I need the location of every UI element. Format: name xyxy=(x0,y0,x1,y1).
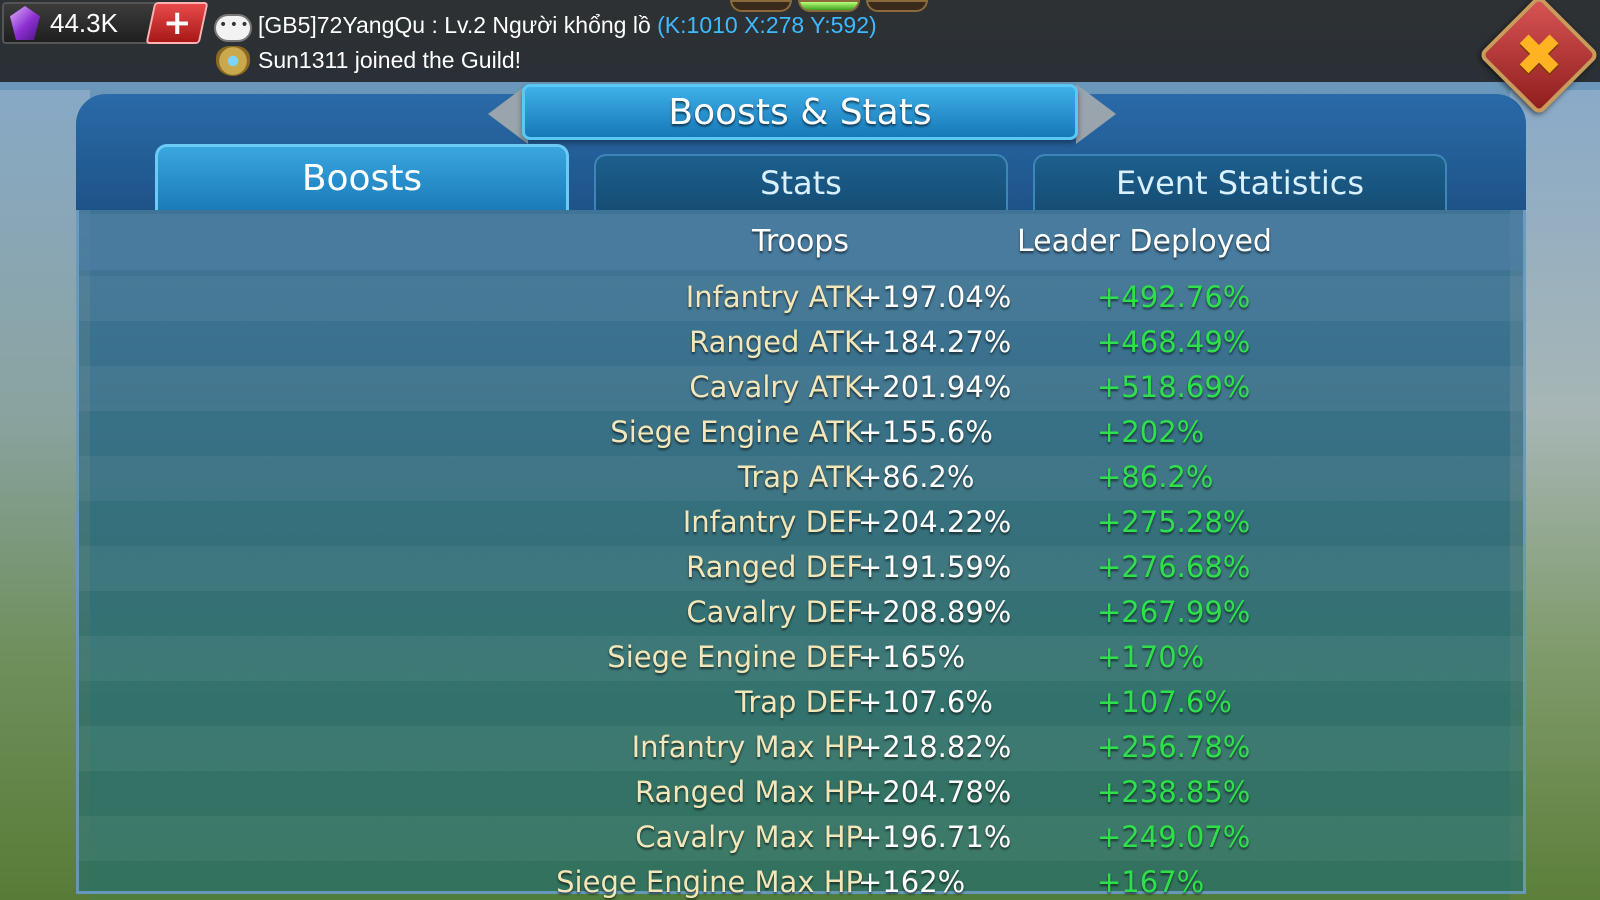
troops-value: +191.59% xyxy=(858,550,1012,584)
troops-value: +165% xyxy=(858,640,966,674)
troops-value: +107.6% xyxy=(858,685,993,719)
stat-name: Cavalry DEF xyxy=(686,595,863,629)
leader-deployed-value: +202% xyxy=(1097,415,1205,449)
top-bar: 44.3K + [GB5]72YangQu : Lv.2 Người khổng… xyxy=(0,0,1600,82)
guild-message[interactable]: Sun1311 joined the Guild! xyxy=(258,47,521,74)
tab-stats[interactable]: Stats xyxy=(594,154,1008,210)
chat-coordinate-link[interactable]: (K:1010 X:278 Y:592) xyxy=(657,12,877,38)
troops-value: +201.94% xyxy=(858,370,1012,404)
leader-deployed-value: +468.49% xyxy=(1097,325,1251,359)
table-row: Ranged DEF +191.59% +276.68% xyxy=(79,546,1523,591)
stat-name: Trap ATK xyxy=(737,460,863,494)
chat-message-text: [GB5]72YangQu : Lv.2 Người khổng lồ xyxy=(258,12,658,38)
stat-name: Cavalry Max HP xyxy=(635,820,863,854)
plus-icon: + xyxy=(162,3,192,43)
stat-name: Ranged ATK xyxy=(689,325,863,359)
gem-count: 44.3K xyxy=(50,7,118,38)
page-indicator xyxy=(730,0,928,12)
troops-value: +162% xyxy=(858,865,966,899)
troops-value: +155.6% xyxy=(858,415,993,449)
leader-deployed-value: +256.78% xyxy=(1097,730,1251,764)
gem-icon xyxy=(10,6,40,40)
chat-message[interactable]: [GB5]72YangQu : Lv.2 Người khổng lồ (K:1… xyxy=(258,12,877,39)
leader-deployed-value: +107.6% xyxy=(1097,685,1232,719)
page-title: Boosts & Stats xyxy=(668,91,932,133)
table-row: Cavalry DEF +208.89% +267.99% xyxy=(79,591,1523,636)
stat-name: Ranged Max HP xyxy=(634,775,863,809)
table-row: Siege Engine Max HP +162% +167% xyxy=(79,861,1523,900)
table-row: Infantry ATK +197.04% +492.76% xyxy=(79,276,1523,321)
title-plate: Boosts & Stats xyxy=(522,84,1078,140)
leader-deployed-value: +86.2% xyxy=(1097,460,1214,494)
leader-deployed-value: +518.69% xyxy=(1097,370,1251,404)
stat-name: Cavalry ATK xyxy=(689,370,863,404)
table-row: Cavalry ATK +201.94% +518.69% xyxy=(79,366,1523,411)
troops-value: +208.89% xyxy=(858,595,1012,629)
page-dot-active xyxy=(798,0,860,12)
leader-deployed-value: +170% xyxy=(1097,640,1205,674)
troops-value: +184.27% xyxy=(858,325,1012,359)
guild-emblem-icon xyxy=(216,46,250,76)
table-row: Trap ATK +86.2% +86.2% xyxy=(79,456,1523,501)
next-arrow-icon[interactable] xyxy=(1076,84,1116,144)
leader-deployed-value: +249.07% xyxy=(1097,820,1251,854)
troops-value: +196.71% xyxy=(858,820,1012,854)
stat-name: Infantry ATK xyxy=(685,280,863,314)
leader-deployed-value: +275.28% xyxy=(1097,505,1251,539)
page-dot xyxy=(730,0,792,12)
tab-label: Boosts xyxy=(301,158,423,199)
leader-deployed-value: +276.68% xyxy=(1097,550,1251,584)
gem-counter: 44.3K xyxy=(2,2,162,44)
table-row: Ranged Max HP +204.78% +238.85% xyxy=(79,771,1523,816)
tab-label: Stats xyxy=(760,164,842,202)
leader-deployed-value: +267.99% xyxy=(1097,595,1251,629)
troops-value: +218.82% xyxy=(858,730,1012,764)
column-header-leader-deployed: Leader Deployed xyxy=(1017,224,1272,259)
troops-value: +86.2% xyxy=(858,460,975,494)
tab-boosts[interactable]: Boosts xyxy=(155,144,569,210)
table-row: Infantry DEF +204.22% +275.28% xyxy=(79,501,1523,546)
stat-name: Siege Engine DEF xyxy=(607,640,863,674)
page-dot xyxy=(866,0,928,12)
table-row: Siege Engine ATK +155.6% +202% xyxy=(79,411,1523,456)
tab-label: Event Statistics xyxy=(1115,164,1365,202)
table-row: Cavalry Max HP +196.71% +249.07% xyxy=(79,816,1523,861)
column-header-troops: Troops xyxy=(752,224,849,259)
stat-name: Trap DEF xyxy=(734,685,863,719)
troops-value: +204.78% xyxy=(858,775,1012,809)
table-row: Infantry Max HP +218.82% +256.78% xyxy=(79,726,1523,771)
troops-value: +197.04% xyxy=(858,280,1012,314)
table-row: Siege Engine DEF +165% +170% xyxy=(79,636,1523,681)
stat-name: Siege Engine Max HP xyxy=(556,865,863,899)
stat-name: Ranged DEF xyxy=(686,550,863,584)
leader-deployed-value: +492.76% xyxy=(1097,280,1251,314)
table-row: Trap DEF +107.6% +107.6% xyxy=(79,681,1523,726)
table-row: Ranged ATK +184.27% +468.49% xyxy=(79,321,1523,366)
leader-deployed-value: +167% xyxy=(1097,865,1205,899)
leader-deployed-value: +238.85% xyxy=(1097,775,1251,809)
chat-bubble-icon[interactable] xyxy=(214,14,252,42)
troops-value: +204.22% xyxy=(858,505,1012,539)
stat-name: Infantry DEF xyxy=(682,505,863,539)
stat-name: Infantry Max HP xyxy=(631,730,863,764)
stat-name: Siege Engine ATK xyxy=(610,415,863,449)
boost-table[interactable]: Infantry ATK +197.04% +492.76% Ranged ATK +1… xyxy=(79,276,1523,900)
tab-event-statistics[interactable]: Event Statistics xyxy=(1033,154,1447,210)
add-gems-button[interactable]: + xyxy=(145,2,209,44)
